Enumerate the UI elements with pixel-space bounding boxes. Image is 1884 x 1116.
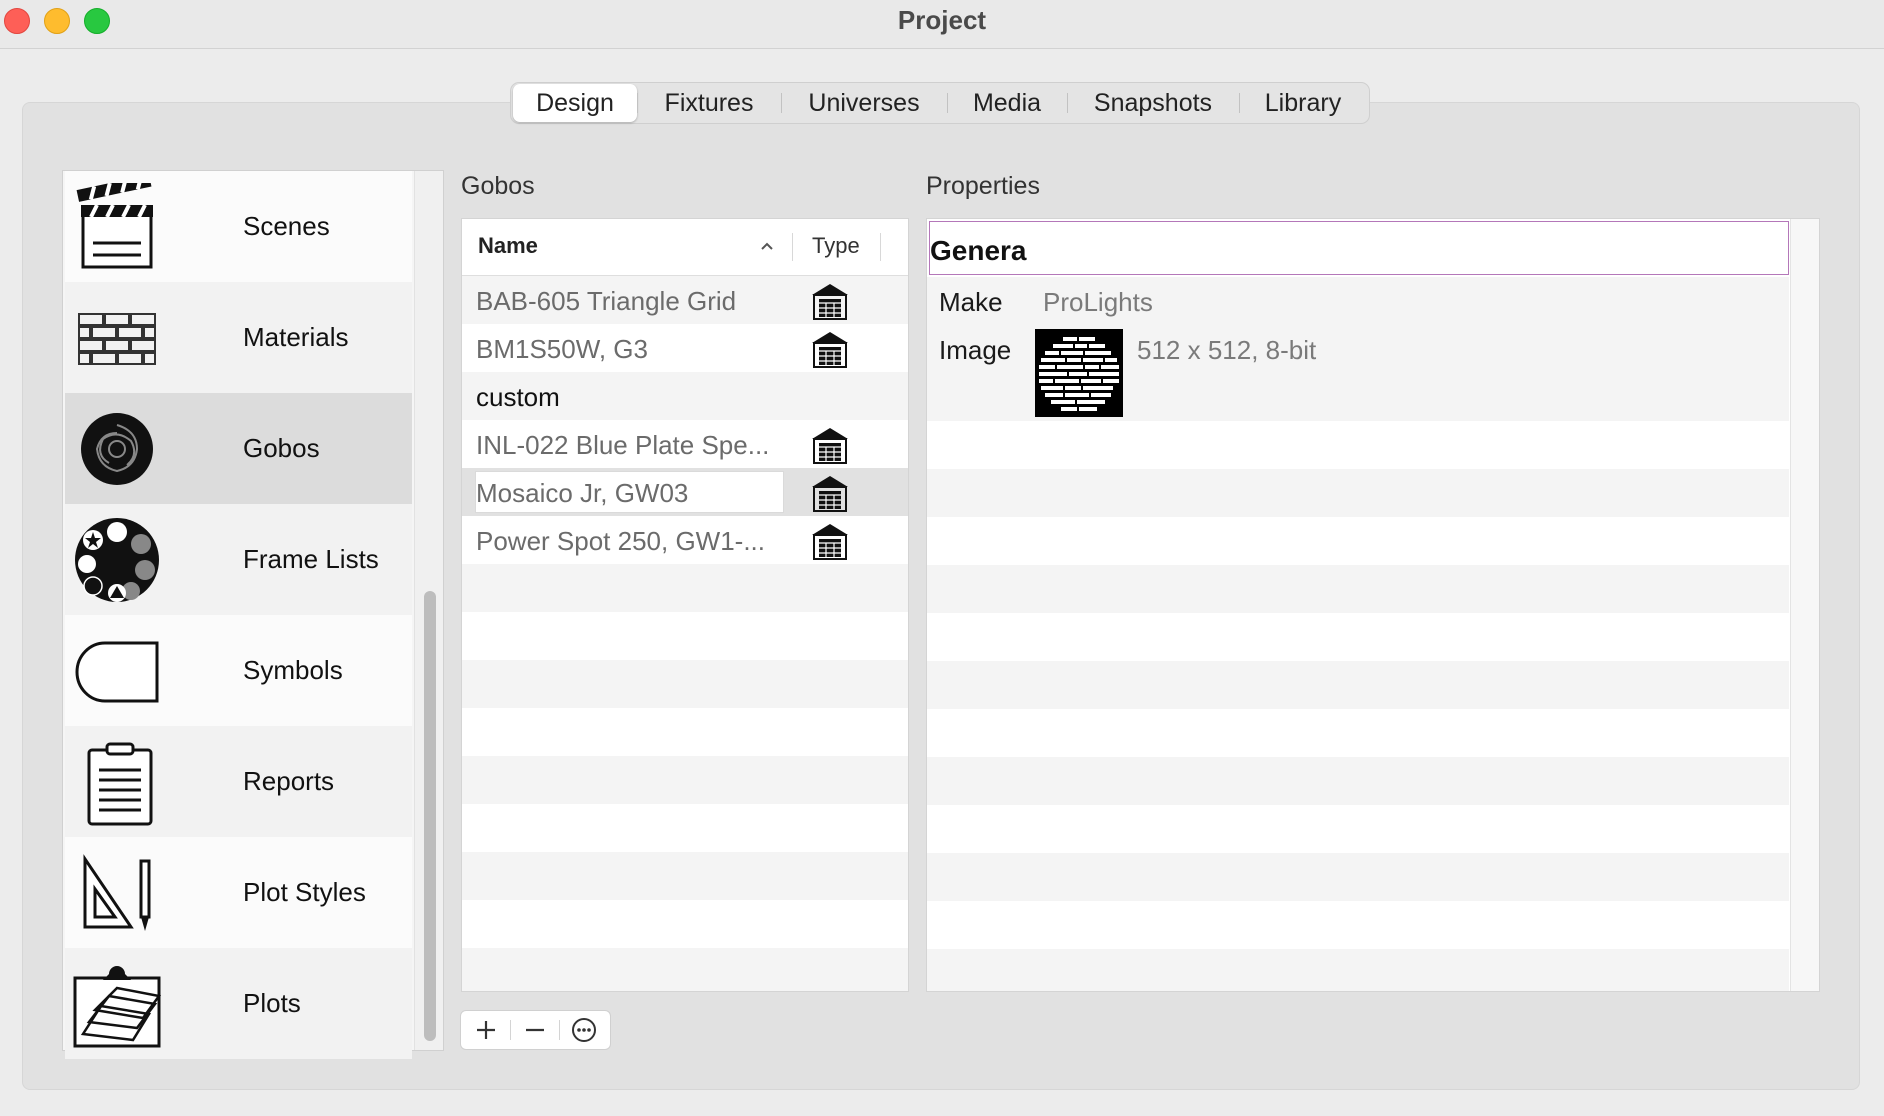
sidebar-item-materials[interactable]: Materials (65, 282, 412, 393)
make-value[interactable]: ProLights (1043, 287, 1153, 318)
title-bar: Project (0, 0, 1884, 49)
gobo-name: BAB-605 Triangle Grid (476, 286, 737, 316)
minus-icon (525, 1028, 544, 1032)
table-row[interactable]: custom (462, 372, 908, 420)
gobo-name: custom (476, 382, 560, 412)
sort-ascending-icon[interactable] (760, 241, 774, 251)
library-icon (812, 284, 848, 320)
tab-design[interactable]: Design (513, 84, 637, 122)
library-icon (812, 332, 848, 368)
sidebar-item-label: Scenes (243, 211, 330, 241)
plot-sheets-icon (73, 966, 161, 1048)
sidebar-item-label: Materials (243, 322, 349, 352)
properties-panel: Genera Make ProLights Image 512 x 512, 8… (926, 218, 1820, 992)
table-row[interactable]: Power Spot 250, GW1-... (462, 516, 908, 564)
make-label: Make (939, 287, 1003, 317)
sidebar-item-frame-lists[interactable]: Frame Lists (65, 504, 412, 615)
tab-fixtures[interactable]: Fixtures (637, 84, 781, 122)
table-row[interactable]: BAB-605 Triangle Grid (462, 276, 908, 324)
bricks-icon (78, 313, 156, 365)
empty-row (462, 852, 908, 900)
table-row[interactable]: BM1S50W, G3 (462, 324, 908, 372)
sidebar: Scenes Materials Gobos Frame Lists Symbo… (62, 170, 444, 1059)
clipboard-icon (87, 742, 153, 826)
image-value: 512 x 512, 8-bit (1137, 335, 1317, 365)
property-group-title: Genera (930, 235, 1027, 266)
property-group-header[interactable]: Genera (929, 221, 1789, 275)
table-row[interactable]: INL-022 Blue Plate Spe... (462, 420, 908, 468)
sidebar-item-label: Symbols (243, 655, 343, 685)
table-row-selected[interactable]: Mosaico Jr, GW03 (462, 468, 908, 516)
sidebar-item-label: Reports (243, 766, 335, 796)
gobo-name: BM1S50W, G3 (476, 334, 648, 364)
gobo-name: Mosaico Jr, GW03 (476, 478, 689, 508)
sidebar-scroll-thumb[interactable] (424, 591, 436, 1041)
sidebar-scrollbar[interactable] (414, 171, 443, 1050)
gobo-wheel-icon (75, 518, 159, 602)
gobo-icon (81, 413, 153, 485)
tab-library[interactable]: Library (1239, 84, 1367, 122)
sidebar-item-scenes[interactable]: Scenes (65, 171, 412, 282)
image-label: Image (939, 335, 1012, 365)
more-actions-button[interactable] (559, 1011, 608, 1049)
ellipsis-circle-icon (571, 1018, 596, 1042)
empty-row (462, 660, 908, 708)
type-column-header[interactable]: Type (812, 233, 860, 259)
add-gobo-button[interactable] (461, 1011, 510, 1049)
properties-scrollbar[interactable] (1790, 219, 1819, 991)
empty-row (462, 708, 908, 756)
gobos-table-header: Name Type (462, 219, 908, 276)
empty-row (462, 756, 908, 804)
tab-bar: Design Fixtures Universes Media Snapshot… (510, 82, 1370, 124)
empty-row (462, 948, 908, 991)
tab-universes[interactable]: Universes (781, 84, 947, 122)
sidebar-item-plot-styles[interactable]: Plot Styles (65, 837, 412, 948)
tab-media[interactable]: Media (947, 84, 1067, 122)
list-action-bar (460, 1010, 611, 1050)
set-square-pen-icon (83, 854, 151, 931)
sidebar-item-symbols[interactable]: Symbols (65, 615, 412, 726)
sidebar-item-reports[interactable]: Reports (65, 726, 412, 837)
remove-gobo-button[interactable] (510, 1011, 559, 1049)
empty-row (462, 564, 908, 612)
clapperboard-icon (76, 183, 153, 269)
empty-row (462, 612, 908, 660)
gobo-name: INL-022 Blue Plate Spe... (476, 430, 770, 460)
sidebar-item-label: Plot Styles (243, 877, 366, 907)
sidebar-item-gobos[interactable]: Gobos (65, 393, 412, 504)
gobos-section-label: Gobos (461, 172, 535, 200)
plus-icon (476, 1021, 495, 1039)
gobo-image-thumbnail[interactable] (1035, 329, 1123, 417)
window-title: Project (897, 5, 987, 35)
column-divider (880, 233, 881, 261)
make-row: Make ProLights (927, 277, 1789, 325)
sidebar-item-plots[interactable]: Plots (65, 948, 412, 1059)
gobos-table: Name Type BAB-605 Triangle Grid BM1S50W,… (461, 218, 909, 992)
column-divider (792, 233, 793, 261)
tab-snapshots[interactable]: Snapshots (1067, 84, 1239, 122)
gobo-name: Power Spot 250, GW1-... (476, 526, 766, 556)
symbol-shape-icon (75, 641, 159, 703)
empty-row (462, 804, 908, 852)
sidebar-item-label: Plots (243, 988, 301, 1018)
library-icon (812, 524, 848, 560)
name-column-header[interactable]: Name (478, 233, 538, 259)
properties-section-label: Properties (926, 172, 1040, 200)
sidebar-item-label: Gobos (243, 433, 320, 463)
library-icon (812, 428, 848, 464)
empty-row (462, 900, 908, 948)
library-icon (812, 476, 848, 512)
sidebar-item-label: Frame Lists (243, 544, 379, 574)
